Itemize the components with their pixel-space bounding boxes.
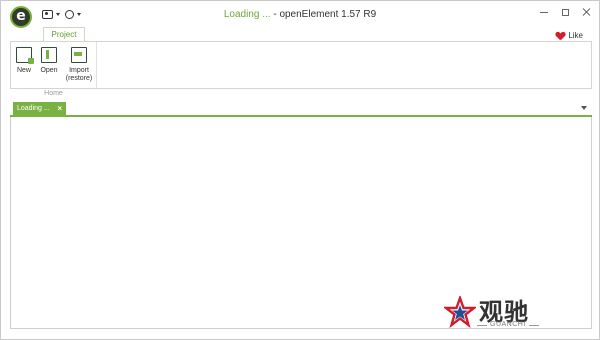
import-restore-button[interactable]: Import (restore) [63,47,95,83]
document-tab[interactable]: Loading ... × [13,102,66,115]
minimize-button[interactable] [540,8,548,16]
open-label: Open [40,67,58,74]
window-title: Loading ... - openElement 1.57 R9 [1,9,599,20]
tab-list-dropdown-icon[interactable] [581,106,587,110]
watermark: 观驰 GUANCHI [444,292,556,332]
new-button[interactable]: New [15,47,34,75]
document-tab-label: Loading ... [17,105,50,112]
open-file-icon [41,47,57,63]
ribbon-group-label: Home [44,90,63,97]
title-bar: e Loading ... - openElement 1.57 R9 [1,1,599,28]
like-label: Like [568,31,583,40]
close-button[interactable] [583,8,591,16]
window-controls [540,8,591,16]
watermark-text-en: GUANCHI [477,321,539,328]
like-button[interactable]: Like [556,31,583,40]
new-file-icon [16,47,34,64]
heart-icon [556,32,565,40]
open-button[interactable]: Open [38,47,60,75]
title-app-name: openElement 1.57 R9 [279,9,377,20]
close-tab-icon[interactable]: × [57,102,62,115]
ribbon-group-home: New Open Import (restore) [11,42,97,88]
title-loading-status: Loading ... [223,9,271,20]
import-icon [71,47,87,63]
ribbon-panel: New Open Import (restore) [10,41,592,89]
import-label-line2: (restore) [65,75,93,82]
maximize-button[interactable] [562,8,569,16]
star-logo-icon [444,296,476,328]
new-label: New [16,67,31,74]
tab-project[interactable]: Project [43,27,85,42]
app-window: e Loading ... - openElement 1.57 R9 Proj… [0,0,600,340]
import-label-line1: Import [69,67,89,74]
